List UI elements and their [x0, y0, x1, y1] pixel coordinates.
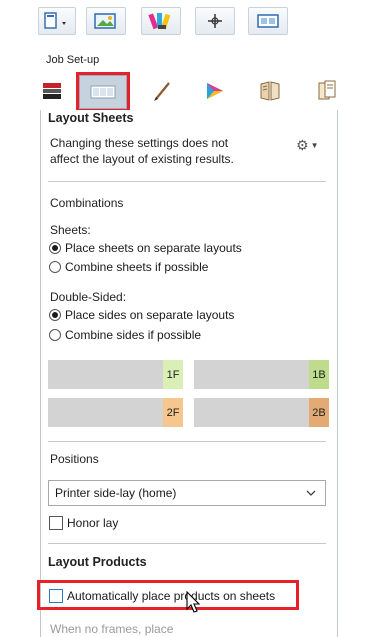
tab-color-triangle[interactable]	[194, 74, 234, 108]
layout-sheets-icon	[90, 85, 116, 99]
radio-label: Combine sides if possible	[65, 328, 202, 342]
sheet-preview-1f: 1F	[48, 360, 183, 389]
positions-label: Positions	[50, 452, 99, 466]
layout-sheets-title: Layout Sheets	[48, 111, 134, 125]
pen-icon	[154, 82, 170, 101]
divider	[48, 181, 326, 182]
when-no-frames-label: When no frames, place	[50, 622, 174, 636]
settings-menu-button[interactable]: ⚙ ▼	[296, 138, 318, 152]
radio-combine-sheets[interactable]: Combine sheets if possible	[49, 260, 208, 274]
layout-view-icon	[257, 14, 279, 28]
tab-layout-sheets-inner	[79, 75, 127, 109]
double-sided-label: Double-Sided:	[50, 290, 127, 304]
mouse-pointer-icon	[186, 591, 201, 613]
radio-button[interactable]	[49, 261, 61, 273]
sheet-preview-1b: 1B	[194, 360, 329, 389]
radio-button[interactable]	[49, 242, 61, 254]
radio-place-sheets-separate[interactable]: Place sheets on separate layouts	[49, 241, 242, 255]
image-tools-icon	[94, 13, 116, 29]
sheet-tag: 1F	[163, 360, 183, 389]
main-toolbar	[38, 5, 358, 37]
book-icon	[260, 81, 280, 101]
positions-value: Printer side-lay (home)	[55, 486, 177, 500]
image-tools-button[interactable]	[86, 7, 126, 35]
note-line-1: Changing these settings does not	[50, 136, 229, 150]
sheet-preview-2f: 2F	[48, 398, 183, 427]
gear-icon: ⚙	[296, 137, 309, 153]
sheet-stack-icon	[43, 83, 61, 99]
chevron-down-icon: ▼	[310, 140, 319, 150]
layout-view-button[interactable]	[248, 7, 288, 35]
color-swatches-button[interactable]	[141, 7, 181, 35]
section-label: Job Set-up	[46, 54, 100, 66]
color-triangle-icon	[207, 83, 223, 99]
color-swatches-icon	[148, 13, 171, 30]
honor-lay-checkbox[interactable]	[49, 516, 63, 530]
positions-dropdown[interactable]: Printer side-lay (home)	[48, 480, 326, 506]
radio-place-sides-separate[interactable]: Place sides on separate layouts	[49, 308, 234, 322]
document-dropdown-icon	[44, 12, 66, 29]
tab-layout-sheets[interactable]	[76, 72, 130, 112]
job-setup-tabs	[32, 72, 367, 112]
radio-button[interactable]	[49, 329, 61, 341]
tab-sheet-stack[interactable]	[32, 74, 72, 108]
radio-button[interactable]	[49, 309, 61, 321]
radio-label: Place sheets on separate layouts	[65, 241, 242, 255]
sheet-tag: 2B	[309, 398, 329, 427]
layout-products-title: Layout Products	[48, 555, 147, 569]
tab-pen[interactable]	[142, 74, 182, 108]
tab-book[interactable]	[250, 74, 290, 108]
document-dropdown-button[interactable]	[38, 7, 76, 35]
note-line-2: affect the layout of existing results.	[50, 152, 234, 166]
sheet-tag: 2F	[163, 398, 183, 427]
auto-place-checkbox-row[interactable]: Automatically place products on sheets	[49, 589, 275, 603]
auto-place-checkbox[interactable]	[49, 589, 63, 603]
chevron-down-icon	[306, 490, 316, 496]
sheet-tag: 1B	[309, 360, 329, 389]
radio-label: Combine sheets if possible	[65, 260, 209, 274]
divider	[48, 543, 326, 544]
honor-lay-checkbox-row[interactable]: Honor lay	[49, 516, 118, 530]
divider	[48, 441, 326, 442]
combinations-label: Combinations	[50, 196, 124, 210]
pages-icon	[318, 80, 336, 100]
crosshair-button[interactable]	[195, 7, 235, 35]
honor-lay-label: Honor lay	[67, 516, 119, 530]
sheet-preview-2b: 2B	[194, 398, 329, 427]
radio-combine-sides[interactable]: Combine sides if possible	[49, 328, 201, 342]
sheets-label: Sheets:	[50, 223, 91, 237]
auto-place-label: Automatically place products on sheets	[67, 589, 276, 603]
tab-pages[interactable]	[307, 74, 347, 108]
radio-label: Place sides on separate layouts	[65, 308, 235, 322]
crosshair-icon	[208, 14, 222, 28]
